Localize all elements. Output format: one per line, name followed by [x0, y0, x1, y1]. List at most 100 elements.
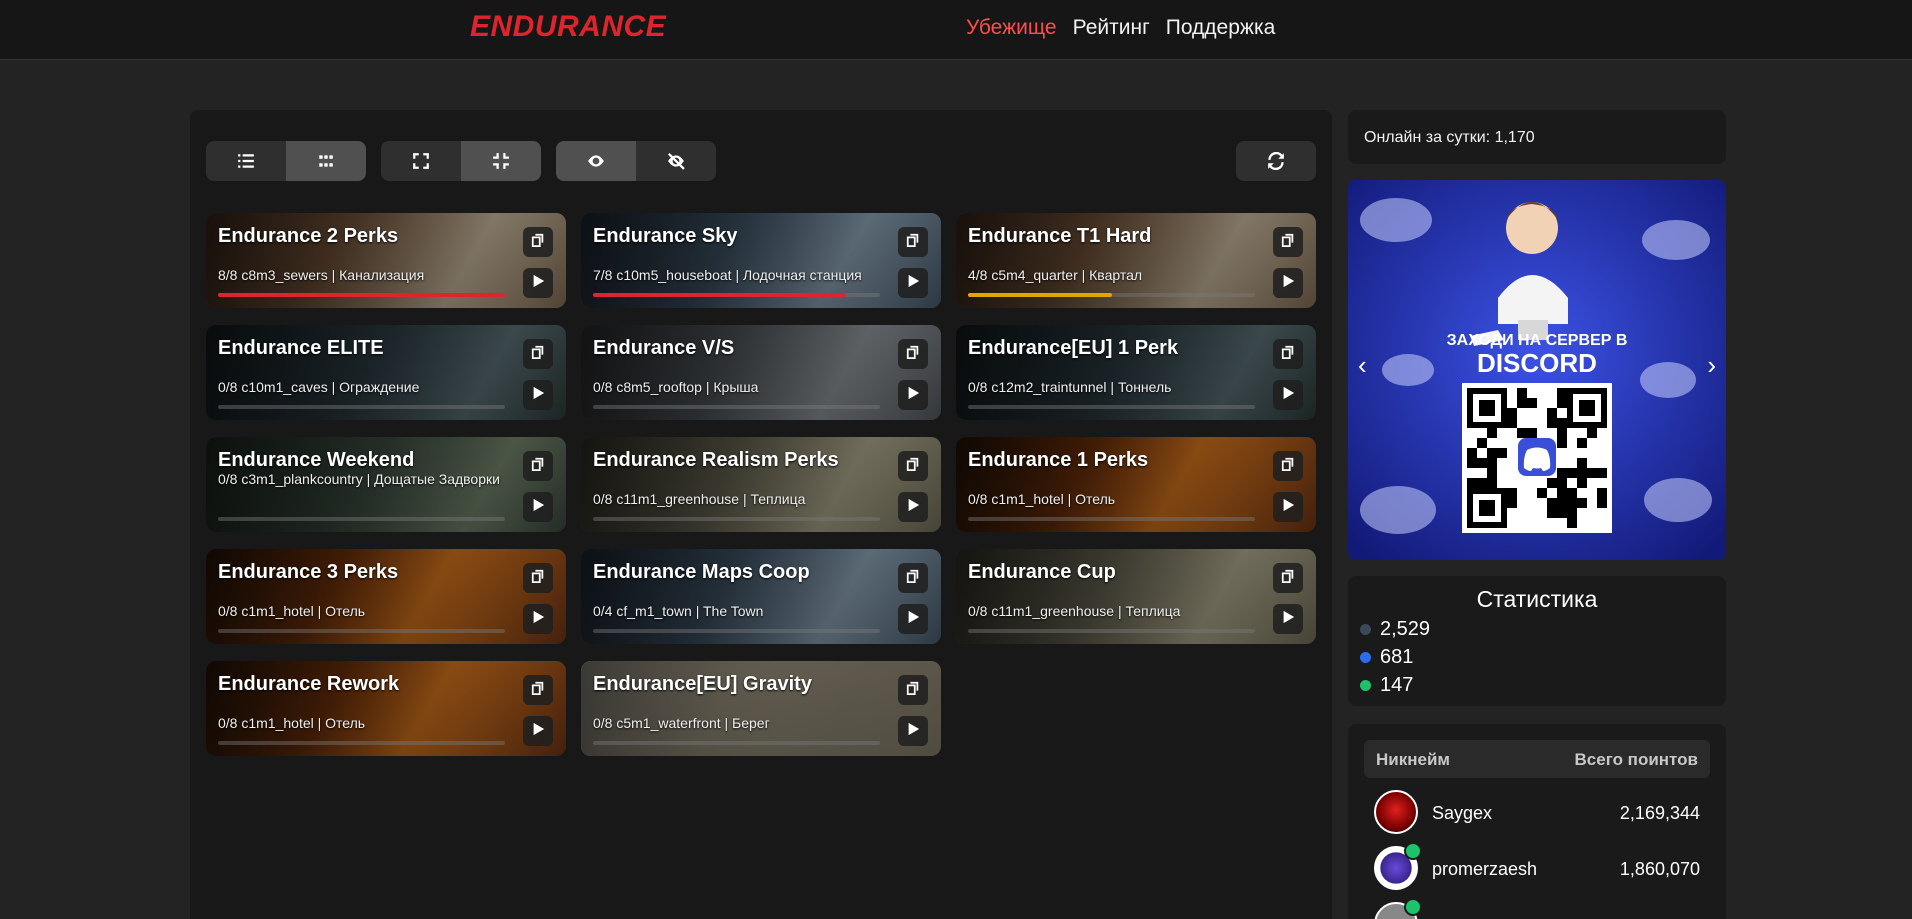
play-icon [906, 722, 920, 741]
refresh-button[interactable] [1236, 141, 1316, 181]
server-card[interactable]: Endurance ELITE 0/8 c10m1_caves | Огражде… [206, 325, 566, 420]
server-map-info: 0/8 c12m2_traintunnel | Тоннель [968, 379, 1172, 395]
connect-button[interactable] [523, 716, 553, 746]
stat-total-value: 2,529 [1380, 618, 1431, 640]
connect-button[interactable] [1273, 268, 1303, 298]
expand-button[interactable] [381, 141, 461, 181]
player-nickname: Saygex [1432, 803, 1493, 823]
server-map-info: 7/8 c10m5_houseboat | Лодочная станция [593, 267, 862, 283]
size-mode-group [381, 141, 541, 181]
server-map-info: 8/8 c8m3_sewers | Канализация [218, 267, 425, 283]
copy-address-button[interactable] [523, 451, 553, 481]
online-badge-icon [1404, 842, 1422, 860]
copy-address-button[interactable] [898, 451, 928, 481]
server-toolbar [206, 141, 1316, 181]
connect-button[interactable] [523, 492, 553, 522]
carousel-next-icon[interactable]: › [1707, 350, 1716, 381]
copy-icon [1281, 457, 1295, 476]
rating-row[interactable]: promerzaesh 1,860,070 [1374, 842, 1700, 894]
server-panel: Endurance 2 Perks 8/8 c8m3_sewers | Канал… [190, 110, 1332, 919]
col-nickname[interactable]: Никнейм [1376, 750, 1450, 770]
rating-card: Никнейм Всего поинтов Saygex 2,169,344 p… [1348, 724, 1726, 919]
server-map-info: 4/8 c5m4_quarter | Квартал [968, 267, 1143, 283]
copy-address-button[interactable] [1273, 563, 1303, 593]
view-mode-group [206, 141, 366, 181]
player-points: 2,169,344 [1619, 803, 1700, 823]
show-button[interactable] [556, 141, 636, 181]
copy-icon [906, 233, 920, 252]
col-points[interactable]: Всего поинтов [1575, 750, 1698, 770]
copy-icon [906, 681, 920, 700]
connect-button[interactable] [1273, 492, 1303, 522]
connect-button[interactable] [1273, 604, 1303, 634]
server-card[interactable]: Endurance[EU] Gravity 0/8 c5m1_waterfront… [581, 661, 941, 756]
connect-button[interactable] [523, 604, 553, 634]
copy-icon [531, 681, 545, 700]
discord-banner[interactable]: ЗАХОДИ НА СЕРВЕР В DISCORD ‹ › [1348, 180, 1726, 560]
carousel-prev-icon[interactable]: ‹ [1358, 350, 1367, 381]
rating-row[interactable] [1374, 898, 1700, 919]
server-name: Endurance Maps Coop [593, 561, 810, 583]
list-view-button[interactable] [206, 141, 286, 181]
hide-button[interactable] [636, 141, 716, 181]
server-card[interactable]: Endurance Rework 0/8 c1m1_hotel | Отель [206, 661, 566, 756]
server-card[interactable]: Endurance V/S 0/8 c8m5_rooftop | Крыша [581, 325, 941, 420]
rating-row[interactable]: Saygex 2,169,344 [1374, 790, 1700, 838]
server-name: Endurance[EU] 1 Perk [968, 337, 1179, 359]
main-nav: Убежище Рейтинг Поддержка [966, 16, 1275, 40]
server-card[interactable]: Endurance 3 Perks 0/8 c1m1_hotel | Отель [206, 549, 566, 644]
connect-button[interactable] [1273, 380, 1303, 410]
copy-address-button[interactable] [523, 339, 553, 369]
nav-item-shelter[interactable]: Убежище [966, 16, 1057, 40]
connect-button[interactable] [898, 492, 928, 522]
server-card[interactable]: Endurance Realism Perks 0/8 c11m1_greenho… [581, 437, 941, 532]
avatar [1374, 790, 1418, 834]
server-card[interactable]: Endurance[EU] 1 Perk 0/8 c12m2_traintunne… [956, 325, 1316, 420]
online-today-text: Онлайн за сутки: 1,170 [1364, 129, 1535, 146]
discord-poster: ЗАХОДИ НА СЕРВЕР В DISCORD [1348, 180, 1726, 560]
connect-button[interactable] [898, 380, 928, 410]
server-card[interactable]: Endurance T1 Hard 4/8 c5m4_quarter | Квар… [956, 213, 1316, 308]
copy-address-button[interactable] [523, 227, 553, 257]
copy-address-button[interactable] [898, 339, 928, 369]
server-card[interactable]: Endurance Cup 0/8 c11m1_greenhouse | Тепл… [956, 549, 1316, 644]
server-card[interactable]: Endurance Sky 7/8 c10m5_houseboat | Лодоч… [581, 213, 941, 308]
connect-button[interactable] [523, 268, 553, 298]
connect-button[interactable] [898, 604, 928, 634]
server-name: Endurance T1 Hard [968, 225, 1152, 247]
copy-address-button[interactable] [898, 227, 928, 257]
player-progress-bar [593, 741, 880, 745]
server-map-info: 0/8 c10m1_caves | Ограждение [218, 379, 420, 395]
copy-address-button[interactable] [898, 675, 928, 705]
copy-address-button[interactable] [523, 563, 553, 593]
play-icon [1281, 386, 1295, 405]
stat-total: 2,529 [1360, 618, 1430, 641]
server-card[interactable]: Endurance 1 Perks 0/8 c1m1_hotel | Отель [956, 437, 1316, 532]
server-map-info: 0/8 c3m1_plankcountry | Дощатые Задворки [218, 471, 500, 487]
server-card[interactable]: Endurance Maps Coop 0/4 cf_m1_town | The … [581, 549, 941, 644]
copy-address-button[interactable] [1273, 339, 1303, 369]
copy-address-button[interactable] [523, 675, 553, 705]
grid-view-button[interactable] [286, 141, 366, 181]
compress-button[interactable] [461, 141, 541, 181]
server-map-info: 0/8 c1m1_hotel | Отель [968, 491, 1116, 507]
copy-icon [531, 233, 545, 252]
expand-icon [413, 153, 429, 169]
site-logo[interactable]: ENDURANCE [470, 10, 666, 44]
copy-address-button[interactable] [1273, 227, 1303, 257]
online-badge-icon [1404, 898, 1422, 916]
server-card[interactable]: Endurance Weekend 0/8 c3m1_plankcountry |… [206, 437, 566, 532]
nav-item-support[interactable]: Поддержка [1166, 16, 1276, 40]
stat-dot-icon [1360, 652, 1371, 663]
connect-button[interactable] [898, 268, 928, 298]
nav-item-rating[interactable]: Рейтинг [1073, 16, 1150, 40]
copy-address-button[interactable] [1273, 451, 1303, 481]
server-name: Endurance 3 Perks [218, 561, 399, 583]
connect-button[interactable] [898, 716, 928, 746]
banner-line2: DISCORD [1477, 348, 1597, 378]
copy-icon [531, 345, 545, 364]
copy-address-button[interactable] [898, 563, 928, 593]
copy-icon [1281, 345, 1295, 364]
server-card[interactable]: Endurance 2 Perks 8/8 c8m3_sewers | Канал… [206, 213, 566, 308]
connect-button[interactable] [523, 380, 553, 410]
